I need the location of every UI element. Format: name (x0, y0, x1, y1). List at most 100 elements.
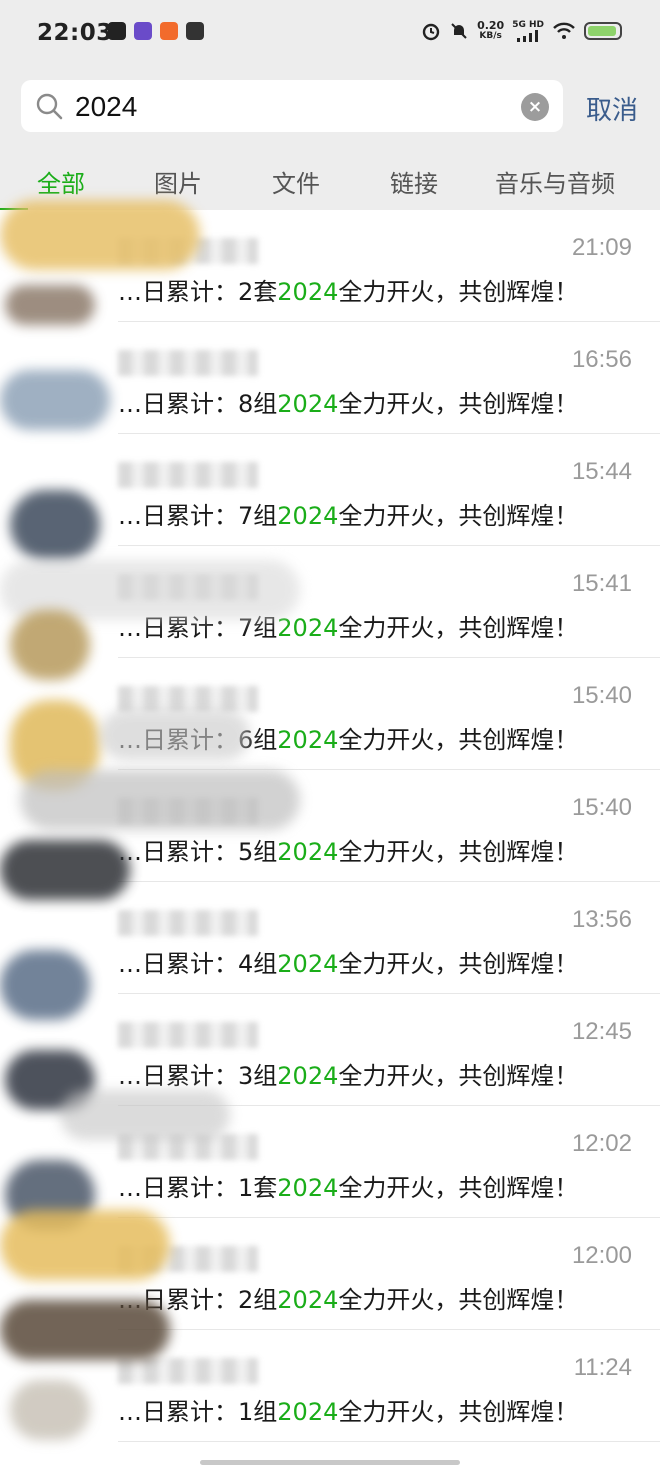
home-indicator[interactable] (200, 1460, 460, 1465)
snippet-prefix: …日累计：5组 (118, 838, 278, 866)
snippet-suffix: 全力开火，共创辉煌！ (338, 502, 579, 530)
snippet-prefix: …日累计：2组 (118, 1286, 278, 1314)
snippet-prefix: …日累计：3组 (118, 1062, 278, 1090)
status-time: 22:03 (37, 20, 113, 46)
search-box[interactable]: × (21, 80, 563, 132)
snippet-highlight: 2024 (277, 614, 339, 642)
notification-icons (108, 22, 204, 40)
snippet-suffix: 全力开火，共创辉煌！ (338, 614, 579, 642)
snippet-highlight: 2024 (277, 1174, 339, 1202)
message-icon (186, 22, 204, 40)
snippet-highlight: 2024 (277, 1398, 339, 1426)
snippet-highlight: 2024 (277, 278, 339, 306)
tab-links[interactable]: 链接 (390, 164, 438, 199)
sender-name-blurred (118, 1358, 258, 1384)
list-item[interactable]: 12:45 …日累计：3组2024全力开火，共创辉煌！ (0, 994, 660, 1106)
message-time: 12:00 (571, 1242, 632, 1269)
snippet-highlight: 2024 (277, 1062, 339, 1090)
alarm-icon (422, 23, 440, 41)
search-header: × 取消 (0, 72, 660, 148)
snippet-suffix: 全力开火，共创辉煌！ (338, 1062, 579, 1090)
list-item[interactable]: 15:44 …日累计：7组2024全力开火，共创辉煌！ (0, 434, 660, 546)
snippet-suffix: 全力开火，共创辉煌！ (338, 726, 579, 754)
list-item[interactable]: 12:02 …日累计：1套2024全力开火，共创辉煌！ (0, 1106, 660, 1218)
clear-icon[interactable]: × (521, 93, 549, 121)
message-time: 11:24 (573, 1354, 632, 1381)
list-item[interactable]: 11:24 …日累计：1组2024全力开火，共创辉煌！ (0, 1330, 660, 1442)
message-time: 21:09 (571, 234, 632, 261)
snippet-prefix: …日累计：2套 (118, 278, 278, 306)
app-notification-icon (160, 22, 178, 40)
snippet-highlight: 2024 (277, 726, 339, 754)
message-snippet: …日累计：7组2024全力开火，共创辉煌！ (118, 608, 578, 643)
message-time: 12:45 (571, 1018, 632, 1045)
sender-name-blurred (118, 1134, 258, 1160)
snippet-highlight: 2024 (277, 950, 339, 978)
cancel-button[interactable]: 取消 (586, 90, 638, 127)
app-notification-icon (134, 22, 152, 40)
filter-tabs: 全部 图片 文件 链接 音乐与音频 (0, 148, 660, 210)
list-item[interactable]: 21:09 …日累计：2套2024全力开火，共创辉煌！ (0, 210, 660, 322)
message-time: 15:40 (571, 682, 632, 709)
signal-icon (517, 29, 539, 42)
list-item[interactable]: 12:00 …日累计：2组2024全力开火，共创辉煌！ (0, 1218, 660, 1330)
search-input[interactable] (73, 86, 517, 128)
sender-name-blurred (118, 910, 258, 936)
list-item[interactable]: 15:41 …日累计：7组2024全力开火，共创辉煌！ (0, 546, 660, 658)
battery-icon (584, 22, 622, 40)
snippet-suffix: 全力开火，共创辉煌！ (338, 390, 579, 418)
message-snippet: …日累计：2组2024全力开火，共创辉煌！ (118, 1280, 578, 1315)
snippet-prefix: …日累计：6组 (118, 726, 278, 754)
snippet-suffix: 全力开火，共创辉煌！ (338, 1286, 579, 1314)
message-time: 13:56 (571, 906, 632, 933)
snippet-highlight: 2024 (277, 390, 339, 418)
message-time: 16:56 (571, 346, 632, 373)
sender-name-blurred (118, 686, 258, 712)
message-snippet: …日累计：7组2024全力开火，共创辉煌！ (118, 496, 578, 531)
message-snippet: …日累计：2套2024全力开火，共创辉煌！ (118, 272, 578, 307)
wifi-icon (553, 22, 575, 39)
snippet-suffix: 全力开火，共创辉煌！ (338, 1398, 579, 1426)
message-snippet: …日累计：8组2024全力开火，共创辉煌！ (118, 384, 578, 419)
sender-name-blurred (118, 1246, 258, 1272)
snippet-prefix: …日累计：1组 (118, 1398, 278, 1426)
snippet-prefix: …日累计：8组 (118, 390, 278, 418)
sender-name-blurred (118, 350, 258, 376)
snippet-suffix: 全力开火，共创辉煌！ (338, 950, 579, 978)
snippet-prefix: …日累计：4组 (118, 950, 278, 978)
message-snippet: …日累计：6组2024全力开火，共创辉煌！ (118, 720, 578, 755)
snippet-highlight: 2024 (277, 502, 339, 530)
snippet-prefix: …日累计：7组 (118, 502, 278, 530)
tab-files[interactable]: 文件 (272, 164, 320, 199)
message-time: 15:40 (571, 794, 632, 821)
list-item[interactable]: 16:56 …日累计：8组2024全力开火，共创辉煌！ (0, 322, 660, 434)
app-notification-icon (108, 22, 126, 40)
cellular-signal: 5G HD (512, 20, 544, 42)
list-item[interactable]: 15:40 …日累计：5组2024全力开火，共创辉煌！ (0, 770, 660, 882)
message-time: 15:41 (571, 570, 632, 597)
status-right: 0.20 KB/s 5G HD (421, 20, 622, 42)
snippet-suffix: 全力开火，共创辉煌！ (338, 1174, 579, 1202)
list-item[interactable]: 13:56 …日累计：4组2024全力开火，共创辉煌！ (0, 882, 660, 994)
message-snippet: …日累计：1组2024全力开火，共创辉煌！ (118, 1392, 578, 1427)
mute-bell-icon (451, 23, 467, 39)
tab-all[interactable]: 全部 (37, 164, 85, 199)
message-snippet: …日累计：1套2024全力开火，共创辉煌！ (118, 1168, 578, 1203)
sender-name-blurred (118, 574, 258, 600)
tab-music-audio[interactable]: 音乐与音频 (495, 164, 615, 199)
snippet-highlight: 2024 (277, 1286, 339, 1314)
sender-name-blurred (118, 462, 258, 488)
snippet-prefix: …日累计：1套 (118, 1174, 278, 1202)
net-speed: 0.20 KB/s (477, 19, 505, 41)
list-item[interactable]: 15:40 …日累计：6组2024全力开火，共创辉煌！ (0, 658, 660, 770)
message-snippet: …日累计：3组2024全力开火，共创辉煌！ (118, 1056, 578, 1091)
message-snippet: …日累计：5组2024全力开火，共创辉煌！ (118, 832, 578, 867)
sender-name-blurred (118, 798, 258, 824)
message-time: 15:44 (571, 458, 632, 485)
tab-images[interactable]: 图片 (154, 164, 202, 199)
sender-name-blurred (118, 238, 258, 264)
snippet-suffix: 全力开火，共创辉煌！ (338, 838, 579, 866)
message-time: 12:02 (571, 1130, 632, 1157)
sender-name-blurred (118, 1022, 258, 1048)
search-results-list: 21:09 …日累计：2套2024全力开火，共创辉煌！ 16:56 …日累计：8… (0, 210, 660, 1442)
